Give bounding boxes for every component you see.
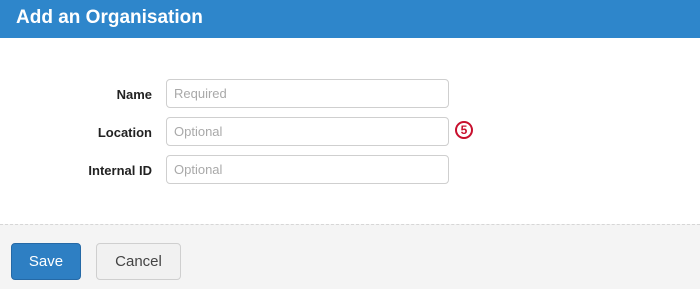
cancel-button[interactable]: Cancel	[96, 243, 181, 280]
name-label: Name	[116, 87, 152, 102]
dialog-footer: Save Cancel	[0, 224, 700, 289]
internal-id-input[interactable]	[166, 155, 449, 184]
dialog-header: Add an Organisation	[0, 0, 700, 38]
location-label: Location	[97, 125, 152, 140]
location-input[interactable]	[166, 117, 449, 146]
name-input[interactable]	[166, 79, 449, 108]
internal-id-label: Internal ID	[88, 163, 152, 178]
step-number-badge: 5	[455, 121, 473, 139]
organisation-form: Name Location Internal ID	[0, 38, 700, 224]
dialog-title: Add an Organisation	[16, 7, 203, 28]
save-button[interactable]: Save	[11, 243, 81, 280]
